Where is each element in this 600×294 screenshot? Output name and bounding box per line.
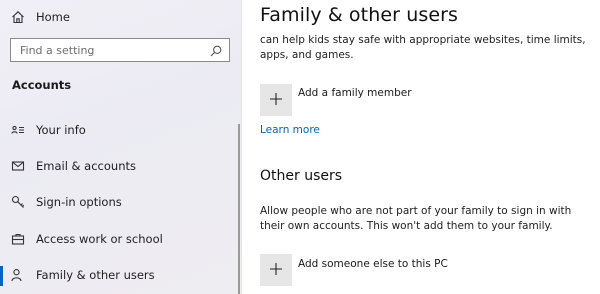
add-someone-else-label[interactable]: Add someone else to this PC (298, 258, 448, 270)
settings-sidebar: Home Accounts Your info Emai (0, 0, 242, 294)
mail-icon (10, 158, 26, 174)
other-users-heading: Other users (260, 168, 343, 184)
sidebar-item-your-info[interactable]: Your info (0, 115, 240, 145)
briefcase-icon (10, 231, 26, 247)
home-icon (10, 9, 26, 25)
sidebar-item-label: Email & accounts (36, 159, 136, 173)
plus-icon (269, 261, 283, 280)
sidebar-item-access-work-school[interactable]: Access work or school (0, 224, 240, 254)
content-pane: Family & other users can help kids stay … (242, 0, 600, 294)
page-title: Family & other users (260, 4, 459, 26)
search-input[interactable] (11, 39, 201, 61)
sidebar-item-label: Access work or school (36, 232, 163, 246)
sidebar-item-sign-in-options[interactable]: Sign-in options (0, 187, 240, 217)
sidebar-item-home[interactable]: Home (0, 2, 240, 32)
add-someone-else-button[interactable] (260, 254, 292, 286)
key-icon (10, 194, 26, 210)
person-card-icon (10, 122, 26, 138)
search-icon[interactable] (209, 43, 223, 57)
sidebar-item-label: Your info (36, 123, 86, 137)
learn-more-link[interactable]: Learn more (260, 124, 320, 136)
person-add-icon (10, 267, 26, 283)
add-family-member-label[interactable]: Add a family member (298, 87, 412, 99)
sidebar-item-family-other-users[interactable]: Family & other users (0, 260, 240, 290)
sidebar-item-label: Home (36, 10, 70, 24)
find-setting-search[interactable] (10, 38, 230, 62)
plus-icon (269, 91, 283, 110)
sidebar-item-label: Family & other users (36, 268, 155, 282)
sidebar-item-label: Sign-in options (36, 195, 122, 209)
sidebar-item-email-accounts[interactable]: Email & accounts (0, 151, 240, 181)
sidebar-scrollbar[interactable] (238, 124, 240, 294)
sidebar-section-title: Accounts (12, 78, 72, 92)
add-family-member-button[interactable] (260, 84, 292, 116)
other-users-description: Allow people who are not part of your fa… (260, 205, 572, 232)
selected-indicator (0, 266, 3, 286)
family-intro-text: can help kids stay safe with appropriate… (260, 34, 586, 61)
